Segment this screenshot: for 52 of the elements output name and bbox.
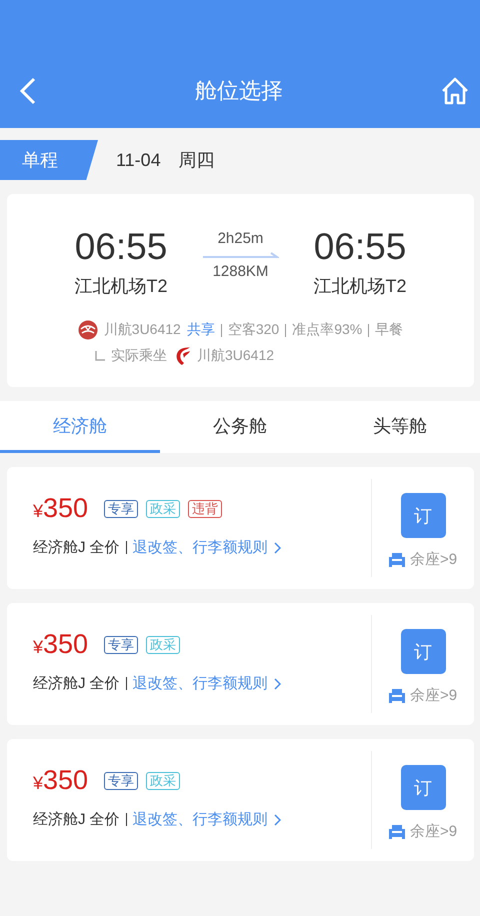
cabin-class: 经济舱J 全价 [33, 538, 120, 557]
fare-tag: 政采 [146, 772, 180, 790]
actual-carrier-label: 实际乘坐 [111, 347, 167, 365]
fare-tag: 违背 [188, 500, 222, 518]
remaining-seats: 余座>9 [410, 822, 458, 841]
flight-detail: 早餐 [375, 321, 404, 339]
cabin-tab[interactable]: 头等舱 [320, 401, 480, 453]
cabin-class: 经济舱J 全价 [33, 674, 120, 693]
corner-line-icon [95, 351, 105, 361]
fare-tag: 专享 [104, 772, 138, 790]
fare-tag: 政采 [146, 500, 180, 518]
rules-link[interactable]: 退改签、行李额规则 [132, 810, 281, 829]
trip-date: 11-04 [116, 150, 161, 170]
arrival-airport: 江北机场T2 [314, 275, 407, 298]
flight-duration: 2h25m [218, 230, 264, 247]
flight-distance: 1288KM [212, 263, 268, 280]
fare-tag: 专享 [104, 636, 138, 654]
chevron-icon [274, 678, 281, 690]
fare-tag: 专享 [104, 500, 138, 518]
airline-flight-number: 川航3U6412 [104, 321, 181, 339]
chevron-icon [274, 542, 281, 554]
sofa-icon [388, 688, 405, 702]
page-title: 舱位选择 [195, 77, 283, 105]
fare-price: ¥350 [33, 493, 88, 524]
back-button[interactable] [18, 76, 38, 106]
airline-logo-icon [78, 320, 98, 340]
flight-detail: 准点率93% [292, 321, 362, 339]
book-button[interactable]: 订 [400, 493, 446, 538]
remaining-seats: 余座>9 [410, 550, 458, 569]
actual-flight-number: 川航3U6412 [197, 347, 274, 365]
cabin-tab[interactable]: 经济舱 [0, 401, 160, 453]
chevron-icon [274, 814, 281, 826]
fare-tag: 政采 [146, 636, 180, 654]
cabin-tab[interactable]: 公务舱 [160, 401, 320, 453]
departure-airport: 江北机场T2 [74, 275, 168, 298]
trip-weekday: 周四 [178, 149, 215, 172]
fare-price: ¥350 [33, 629, 88, 660]
rules-link[interactable]: 退改签、行李额规则 [132, 674, 281, 693]
share-label: 共享 [186, 321, 215, 339]
home-button[interactable] [440, 76, 470, 106]
book-button[interactable]: 订 [400, 629, 446, 674]
cabin-class: 经济舱J 全价 [33, 810, 120, 829]
rules-link[interactable]: 退改签、行李额规则 [132, 538, 281, 557]
flight-detail: 空客320 [228, 321, 280, 339]
book-button[interactable]: 订 [400, 765, 446, 810]
sofa-icon [388, 824, 405, 838]
departure-time: 06:55 [74, 226, 168, 268]
remaining-seats: 余座>9 [410, 686, 458, 705]
trip-type-tag: 单程 [0, 140, 98, 180]
arrival-time: 06:55 [314, 226, 406, 268]
sofa-icon [388, 552, 405, 566]
fare-price: ¥350 [33, 765, 88, 796]
